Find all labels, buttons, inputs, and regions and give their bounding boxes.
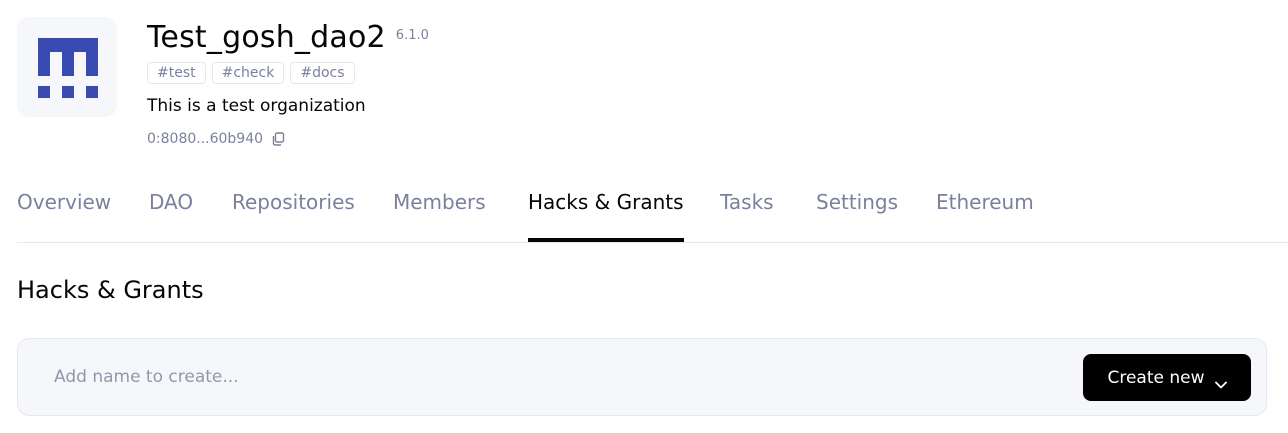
tab-tasks[interactable]: Tasks — [720, 180, 774, 242]
dao-version: 6.1.0 — [395, 28, 429, 43]
create-new-label: Create new — [1107, 367, 1205, 388]
hack-grant-name-input[interactable] — [38, 355, 1068, 399]
tab-overview[interactable]: Overview — [17, 180, 111, 242]
create-hack-grant-panel: Create new — [17, 338, 1267, 416]
tab-repositories[interactable]: Repositories — [232, 180, 355, 242]
tag-test[interactable]: #test — [147, 62, 206, 84]
dao-title-row: Test_gosh_dao2 6.1.0 — [147, 19, 429, 57]
dao-address: 0:8080...60b940 — [147, 129, 285, 149]
tab-ethereum[interactable]: Ethereum — [936, 180, 1034, 242]
tab-dao[interactable]: DAO — [149, 180, 193, 242]
dao-description: This is a test organization — [147, 96, 366, 116]
tab-members[interactable]: Members — [393, 180, 486, 242]
dao-avatar — [17, 17, 117, 117]
dao-name: Test_gosh_dao2 — [147, 20, 386, 55]
tab-hacks-grants[interactable]: Hacks & Grants — [528, 180, 684, 242]
dao-address-text: 0:8080...60b940 — [147, 131, 264, 147]
tag-check[interactable]: #check — [211, 62, 285, 84]
dao-tabs: Overview DAO Repositories Members Hacks … — [17, 180, 1288, 243]
create-new-button[interactable]: Create new — [1083, 354, 1251, 401]
tab-settings[interactable]: Settings — [816, 180, 898, 242]
section-title: Hacks & Grants — [17, 276, 204, 304]
tag-docs[interactable]: #docs — [290, 62, 355, 84]
dao-tags: #test #check #docs — [147, 62, 355, 84]
dao-page: Test_gosh_dao2 6.1.0 #test #check #docs … — [0, 0, 1288, 433]
copy-icon[interactable] — [271, 132, 285, 146]
dao-logo-icon — [38, 38, 98, 98]
chevron-down-icon — [1214, 374, 1227, 388]
